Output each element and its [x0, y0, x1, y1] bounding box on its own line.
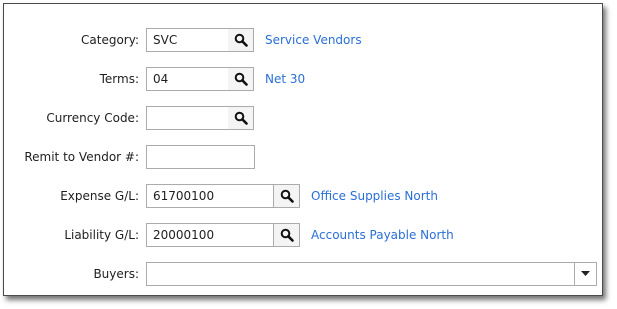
terms-description: Net 30	[265, 72, 306, 86]
remit-to-vendor-label: Remit to Vendor #:	[24, 150, 139, 164]
category-description: Service Vendors	[265, 33, 362, 47]
search-icon	[280, 228, 294, 242]
buyers-label: Buyers:	[93, 267, 139, 281]
search-icon	[234, 33, 248, 47]
expense-gl-lookup-button[interactable]	[274, 184, 300, 208]
buyers-dropdown[interactable]	[146, 262, 597, 286]
expense-gl-input[interactable]: 61700100	[146, 184, 274, 208]
currency-code-row: Currency Code:	[4, 106, 602, 132]
liability-gl-lookup-button[interactable]	[274, 223, 300, 247]
terms-label: Terms:	[99, 72, 139, 86]
currency-code-lookup-button[interactable]	[228, 106, 254, 130]
expense-gl-description: Office Supplies North	[311, 189, 438, 203]
remit-to-vendor-input[interactable]	[146, 145, 255, 169]
expense-gl-label: Expense G/L:	[60, 189, 139, 203]
currency-code-label: Currency Code:	[46, 111, 139, 125]
liability-gl-description: Accounts Payable North	[311, 228, 454, 242]
category-lookup-button[interactable]	[228, 28, 254, 52]
search-icon	[234, 72, 248, 86]
buyers-row: Buyers:	[4, 262, 602, 288]
liability-gl-label: Liability G/L:	[64, 228, 139, 242]
terms-lookup-button[interactable]	[228, 67, 254, 91]
terms-input[interactable]: 04	[146, 67, 232, 91]
chevron-down-icon	[581, 271, 590, 276]
currency-code-input[interactable]	[146, 106, 232, 130]
search-icon	[234, 111, 248, 125]
category-row: Category: SVC Service Vendors	[4, 28, 602, 54]
category-input[interactable]: SVC	[146, 28, 232, 52]
category-label: Category:	[81, 33, 139, 47]
expense-gl-row: Expense G/L: 61700100 Office Supplies No…	[4, 184, 602, 210]
search-icon	[280, 189, 294, 203]
buyers-dropdown-button[interactable]	[574, 263, 596, 285]
liability-gl-row: Liability G/L: 20000100 Accounts Payable…	[4, 223, 602, 249]
liability-gl-input[interactable]: 20000100	[146, 223, 274, 247]
terms-row: Terms: 04 Net 30	[4, 67, 602, 93]
remit-to-vendor-row: Remit to Vendor #:	[4, 145, 602, 171]
vendor-details-panel: Category: SVC Service Vendors Terms: 04 …	[3, 3, 603, 296]
